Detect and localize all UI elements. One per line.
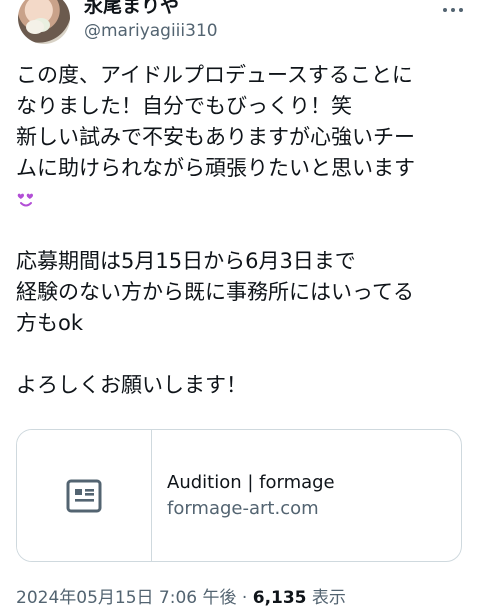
- tweet-line: この度、アイドルプロデュースすることに: [16, 63, 413, 87]
- tweet-line: 応募期間は5月15日から6月3日まで: [16, 249, 356, 273]
- link-card[interactable]: Audition | formage formage-art.com: [16, 429, 462, 562]
- tweet-line: 経験のない方から既に事務所にはいってる: [16, 280, 414, 304]
- tweet-header: 永尾まりや @mariyagiii310: [0, 0, 480, 48]
- link-card-domain[interactable]: formage-art.com: [167, 496, 447, 522]
- tweet-line: よろしくお願いします！: [16, 373, 247, 397]
- author-handle[interactable]: @mariyagiii310: [84, 20, 218, 42]
- views-count: 6,135: [252, 588, 307, 608]
- author-display-name[interactable]: 永尾まりや: [84, 0, 179, 18]
- tweet-line: ムに助けられながら頑張りたいと思います: [16, 156, 415, 180]
- tweet-line: 方もok: [16, 311, 84, 335]
- link-card-thumbnail: [17, 430, 152, 561]
- smiling-face-with-heart-eyes-icon: [17, 193, 33, 207]
- article-icon: [66, 479, 102, 512]
- tweet-text: この度、アイドルプロデュースすることに なりました！自分でもびっくり！笑 新しい…: [16, 60, 466, 401]
- link-card-title[interactable]: Audition | formage: [167, 470, 447, 496]
- link-card-info: Audition | formage formage-art.com: [167, 470, 447, 522]
- tweet-line: なりました！自分でもびっくり！笑: [16, 94, 352, 118]
- more-options-icon[interactable]: [442, 6, 464, 14]
- tweet-meta: 2024年05月15日 7:06 午後 · 6,135 表示: [16, 586, 476, 616]
- emoji-line: [16, 184, 466, 215]
- views-label: 表示: [311, 588, 346, 608]
- tweet-line: 新しい試みで不安もありますが心強いチー: [16, 125, 415, 149]
- flower-decoration: [26, 20, 44, 34]
- meta-separator: ·: [241, 588, 248, 608]
- avatar[interactable]: [18, 0, 70, 44]
- tweet-timestamp[interactable]: 2024年05月15日 7:06 午後: [16, 588, 237, 608]
